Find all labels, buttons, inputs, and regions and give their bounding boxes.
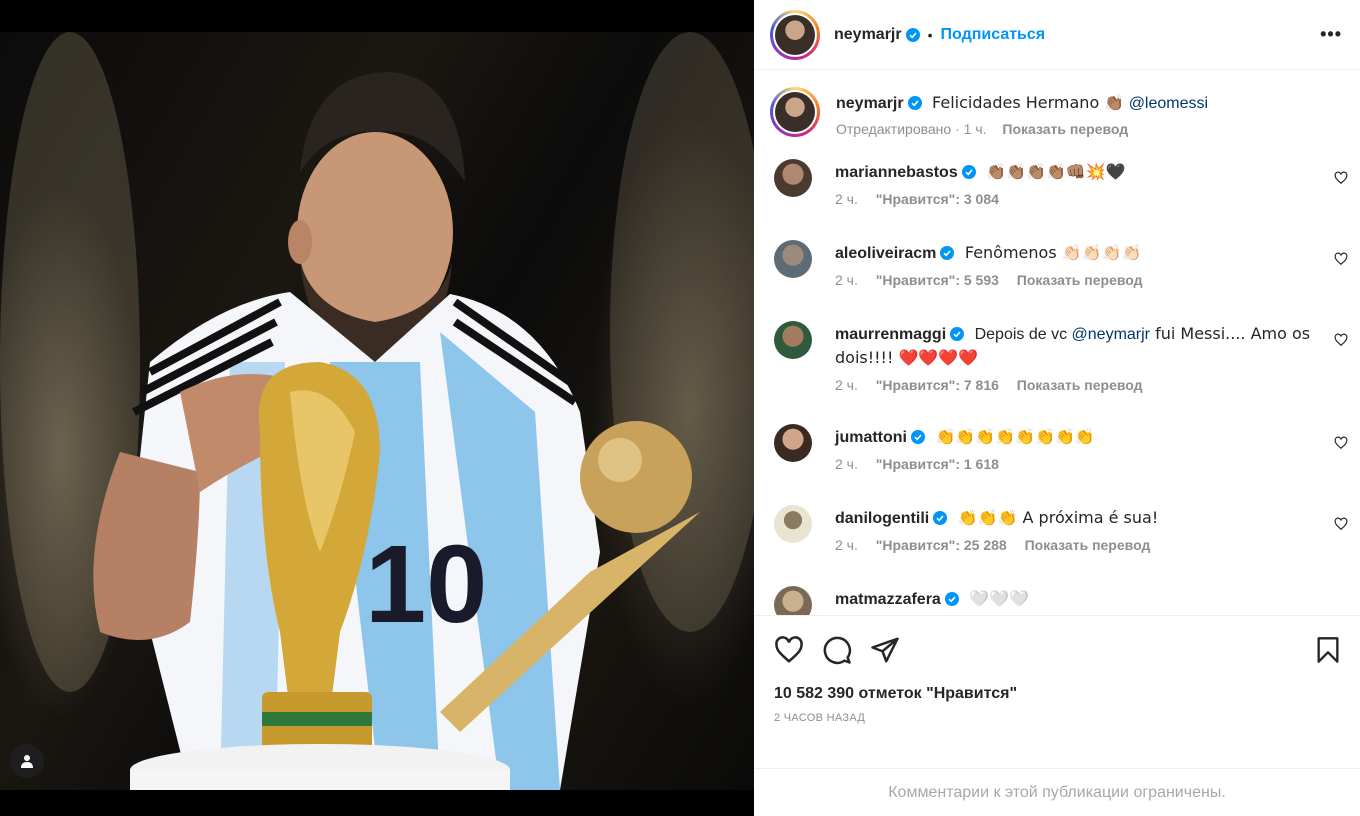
caption-text: Felicidades Hermano 👏🏽 bbox=[932, 93, 1125, 112]
post-time[interactable]: 2 часов назад bbox=[754, 703, 1360, 724]
post-details-panel: neymarjr • Подписаться ••• neymarjr Feli… bbox=[754, 0, 1360, 816]
caption-username[interactable]: neymarjr bbox=[836, 95, 904, 112]
header-username[interactable]: neymarjr bbox=[834, 26, 902, 44]
follow-button[interactable]: Подписаться bbox=[941, 26, 1046, 44]
comment-likes[interactable]: "Нравится": 7 816 bbox=[876, 377, 999, 393]
comment-text: 👏👏👏👏👏👏👏👏 bbox=[935, 427, 1095, 446]
comment-username[interactable]: maurrenmaggi bbox=[835, 326, 946, 343]
likes-count[interactable]: 10 582 390 отметок "Нравится" bbox=[754, 666, 1360, 703]
comment-text: 🤍🤍🤍 bbox=[969, 589, 1030, 608]
comment-username[interactable]: matmazzafera bbox=[835, 591, 941, 608]
comment-avatar[interactable] bbox=[774, 240, 812, 278]
comment-like-heart-icon[interactable] bbox=[1334, 252, 1348, 266]
caption-edited-label: Отредактировано bbox=[836, 121, 952, 137]
comment-time[interactable]: 2 ч. bbox=[835, 537, 858, 553]
comment-avatar[interactable] bbox=[774, 321, 812, 359]
comment-likes[interactable]: "Нравится": 5 593 bbox=[876, 272, 999, 288]
comment-username[interactable]: aleoliveiracm bbox=[835, 245, 936, 262]
more-options-button[interactable]: ••• bbox=[1320, 24, 1342, 45]
photo-illustration: 10 bbox=[0, 32, 754, 790]
post-photo[interactable]: 10 bbox=[0, 32, 754, 790]
comment-avatar[interactable] bbox=[774, 424, 812, 462]
comment-translate-button[interactable]: Показать перевод bbox=[1017, 272, 1143, 288]
share-icon[interactable] bbox=[870, 635, 900, 665]
post-header: neymarjr • Подписаться ••• bbox=[754, 0, 1360, 70]
svg-text:10: 10 bbox=[365, 523, 487, 646]
verified-badge-icon bbox=[940, 246, 955, 260]
verified-badge-icon bbox=[950, 327, 965, 341]
comment-likes[interactable]: "Нравится": 3 084 bbox=[876, 191, 999, 207]
comment-item: maurrenmaggi Depois de vc @neymarjr fui … bbox=[754, 321, 1360, 424]
avatar[interactable] bbox=[770, 9, 820, 60]
comment-translate-button[interactable]: Показать перевод bbox=[1025, 537, 1151, 553]
caption-avatar[interactable] bbox=[770, 87, 820, 137]
comment-item: aleoliveiracm Fenômenos 👏🏻👏🏻👏🏻👏🏻 2 ч. "Н… bbox=[754, 240, 1360, 321]
verified-badge-icon bbox=[907, 96, 922, 110]
heart-icon[interactable] bbox=[774, 635, 804, 665]
verified-badge-icon bbox=[905, 27, 920, 42]
verified-badge-icon bbox=[961, 165, 976, 179]
comment-item: mariannebastos 👏🏽👏🏽👏🏽👏🏽👊🏽💥🖤 2 ч. "Нравит… bbox=[754, 159, 1360, 240]
comment-username[interactable]: jumattoni bbox=[835, 429, 907, 446]
user-tag-button[interactable] bbox=[10, 744, 44, 778]
comment-avatar[interactable] bbox=[774, 586, 812, 615]
comment-avatar[interactable] bbox=[774, 505, 812, 543]
comment-likes[interactable]: "Нравится": 1 618 bbox=[876, 456, 999, 472]
comments-limited-notice: Комментарии к этой публикации ограничены… bbox=[754, 768, 1360, 816]
comment-mention-link[interactable]: @neymarjr bbox=[1072, 326, 1150, 343]
comment-text: Fenômenos 👏🏻👏🏻👏🏻👏🏻 bbox=[964, 243, 1142, 262]
comment-item: jumattoni 👏👏👏👏👏👏👏👏 2 ч. "Нравится": 1 61… bbox=[754, 424, 1360, 505]
separator-dot: • bbox=[927, 26, 933, 43]
comment-like-heart-icon[interactable] bbox=[1334, 517, 1348, 531]
bookmark-icon[interactable] bbox=[1314, 635, 1342, 665]
caption-time[interactable]: 1 ч. bbox=[964, 121, 987, 137]
caption-translate-button[interactable]: Показать перевод bbox=[1002, 121, 1128, 137]
comment-icon[interactable] bbox=[822, 635, 852, 665]
comment-avatar[interactable] bbox=[774, 159, 812, 197]
user-tag-icon bbox=[21, 755, 33, 768]
comment-item: matmazzafera 🤍🤍🤍 bbox=[754, 586, 1360, 615]
comment-likes[interactable]: "Нравится": 25 288 bbox=[876, 537, 1007, 553]
verified-badge-icon bbox=[944, 592, 959, 606]
verified-badge-icon bbox=[911, 430, 925, 444]
comment-username[interactable]: danilogentili bbox=[835, 510, 929, 527]
post-modal: 10 neymarjr • Подписаться ••• neymarjr F… bbox=[0, 0, 1360, 816]
comment-time[interactable]: 2 ч. bbox=[835, 191, 858, 207]
comment-time[interactable]: 2 ч. bbox=[835, 456, 858, 472]
post-actions-area: 10 582 390 отметок "Нравится" 2 часов на… bbox=[754, 615, 1360, 816]
comment-like-heart-icon[interactable] bbox=[1334, 333, 1348, 347]
comment-translate-button[interactable]: Показать перевод bbox=[1017, 377, 1143, 393]
caption-mention-link[interactable]: @leomessi bbox=[1129, 95, 1208, 112]
post-caption: neymarjr Felicidades Hermano 👏🏽 @leomess… bbox=[754, 71, 1360, 159]
comment-text: 👏🏽👏🏽👏🏽👏🏽👊🏽💥🖤 bbox=[986, 162, 1126, 181]
comment-time[interactable]: 2 ч. bbox=[835, 377, 858, 393]
action-bar bbox=[754, 616, 1360, 666]
comment-item: danilogentili 👏👏👏 A próxima é sua! 2 ч. … bbox=[754, 505, 1360, 586]
verified-badge-icon bbox=[933, 511, 948, 525]
comment-time[interactable]: 2 ч. bbox=[835, 272, 858, 288]
comments-list[interactable]: neymarjr Felicidades Hermano 👏🏽 @leomess… bbox=[754, 71, 1360, 615]
comment-text: 👏👏👏 A próxima é sua! bbox=[957, 508, 1159, 527]
comment-username[interactable]: mariannebastos bbox=[835, 164, 958, 181]
comment-like-heart-icon[interactable] bbox=[1334, 436, 1348, 450]
comment-like-heart-icon[interactable] bbox=[1334, 171, 1348, 185]
comment-text-before: Depois de vc bbox=[974, 326, 1072, 343]
media-pane: 10 bbox=[0, 0, 754, 816]
